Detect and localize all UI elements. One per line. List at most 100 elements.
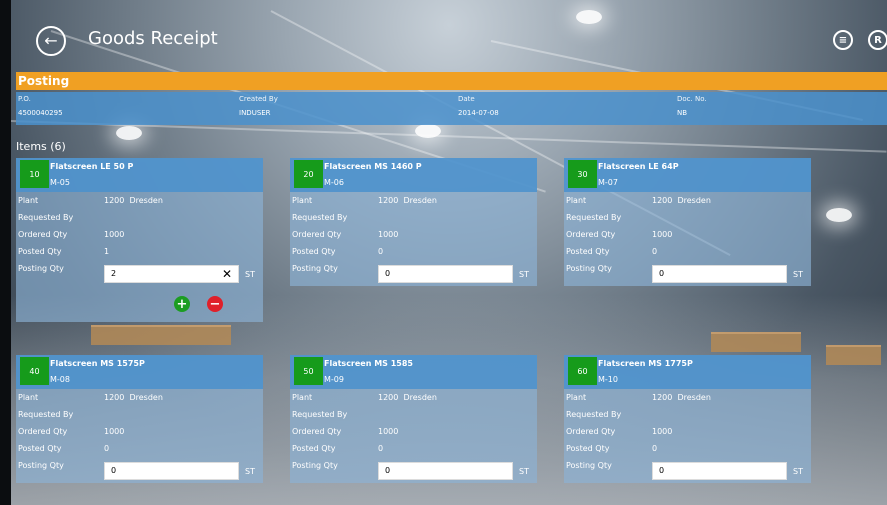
requested-row: Requested By	[566, 410, 652, 419]
item-card[interactable]: 60 Flatscreen MS 1775P M-10 Plant 1200 Dr…	[564, 355, 811, 483]
ordered-row: Ordered Qty 1000	[566, 427, 672, 436]
item-number: 20	[294, 160, 323, 188]
item-card-header: 60 Flatscreen MS 1775P M-10	[564, 355, 811, 389]
requested-label: Requested By	[292, 410, 348, 419]
item-card-header: 30 Flatscreen LE 64P M-07	[564, 158, 811, 192]
plus-icon[interactable]: +	[174, 296, 190, 312]
ordered-label: Ordered Qty	[18, 427, 68, 436]
item-card-body: Plant 1200 Dresden Requested By Ordered Q…	[290, 389, 537, 483]
plant-row: Plant 1200 Dresden	[566, 196, 711, 205]
plant-value: 1200	[652, 393, 673, 402]
minus-icon[interactable]: −	[207, 296, 223, 312]
po-field: P.O. 4500040295	[18, 95, 63, 117]
page-title: Goods Receipt	[88, 28, 218, 49]
posting-qty-input[interactable]: 0	[104, 462, 239, 480]
item-title: Flatscreen MS 1460 P	[324, 162, 422, 171]
ordered-label: Ordered Qty	[566, 230, 616, 239]
posting-row: Posting Qty	[292, 264, 378, 273]
warehouse-boxes	[91, 325, 231, 345]
plant-value: 1200	[378, 393, 399, 402]
clear-x-icon[interactable]: ✕	[222, 268, 232, 280]
posting-qty-value: 2	[111, 269, 117, 278]
posting-qty-input[interactable]: 0	[652, 462, 787, 480]
plant-city: Dresden	[677, 196, 711, 205]
plant-label: Plant	[292, 393, 313, 402]
posting-section-bar: Posting	[16, 72, 887, 90]
posting-label: Posting Qty	[566, 461, 612, 470]
posting-label: Posting Qty	[292, 461, 338, 470]
item-card-body: Plant 1200 Dresden Requested By Ordered Q…	[290, 192, 537, 286]
posting-qty-input[interactable]: 0	[378, 462, 513, 480]
posting-qty-input[interactable]: 0	[652, 265, 787, 283]
doc-field: Doc. No. NB	[677, 95, 707, 117]
item-card[interactable]: 40 Flatscreen MS 1575P M-08 Plant 1200 Dr…	[16, 355, 263, 483]
plant-value: 1200	[378, 196, 399, 205]
item-card-header: 10 Flatscreen LE 50 P M-05	[16, 158, 263, 192]
requested-row: Requested By	[292, 410, 378, 419]
posting-qty-value: 0	[659, 466, 665, 475]
item-card-header: 50 Flatscreen MS 1585 M-09	[290, 355, 537, 389]
ordered-label: Ordered Qty	[292, 427, 342, 436]
plant-city: Dresden	[677, 393, 711, 402]
created-label: Created By	[239, 95, 278, 103]
item-material: M-10	[598, 375, 618, 384]
plant-label: Plant	[18, 196, 39, 205]
item-card-body: Plant 1200 Dresden Requested By Ordered Q…	[16, 389, 263, 483]
requested-row: Requested By	[292, 213, 378, 222]
posting-qty-value: 0	[385, 466, 391, 475]
po-header-band: P.O. 4500040295 Created By INDUSER Date …	[16, 92, 887, 125]
created-field: Created By INDUSER	[239, 95, 278, 117]
item-title: Flatscreen MS 1775P	[598, 359, 693, 368]
po-value: 4500040295	[18, 109, 63, 117]
app-screen: ← Goods Receipt ≡ R Posting P.O. 4500040…	[11, 0, 887, 505]
posting-qty-input[interactable]: 2 ✕	[104, 265, 239, 283]
item-number: 50	[294, 357, 323, 385]
item-material: M-07	[598, 178, 618, 187]
posting-qty-input[interactable]: 0	[378, 265, 513, 283]
posted-label: Posted Qty	[292, 444, 336, 453]
posted-label: Posted Qty	[18, 444, 62, 453]
requested-label: Requested By	[292, 213, 348, 222]
ordered-value: 1000	[652, 230, 673, 239]
warehouse-boxes	[826, 345, 881, 365]
requested-label: Requested By	[566, 410, 622, 419]
ordered-value: 1000	[378, 230, 399, 239]
posting-row: Posting Qty	[566, 461, 652, 470]
plant-label: Plant	[18, 393, 39, 402]
plant-row: Plant 1200 Dresden	[18, 196, 163, 205]
unit-label: ST	[519, 270, 529, 279]
r-circle-icon[interactable]: R	[868, 30, 887, 50]
plant-value: 1200	[104, 393, 125, 402]
requested-row: Requested By	[566, 213, 652, 222]
list-icon[interactable]: ≡	[833, 30, 853, 50]
posted-label: Posted Qty	[566, 247, 610, 256]
item-card[interactable]: 10 Flatscreen LE 50 P M-05 Plant 1200 Dre…	[16, 158, 263, 322]
item-card[interactable]: 30 Flatscreen LE 64P M-07 Plant 1200 Dres…	[564, 158, 811, 286]
requested-label: Requested By	[18, 213, 74, 222]
requested-row: Requested By	[18, 410, 104, 419]
date-field: Date 2014-07-08	[458, 95, 499, 117]
posting-label: Posting Qty	[292, 264, 338, 273]
warehouse-boxes	[711, 332, 801, 352]
requested-label: Requested By	[566, 213, 622, 222]
ordered-value: 1000	[104, 230, 125, 239]
requested-label: Requested By	[18, 410, 74, 419]
item-card-body: Plant 1200 Dresden Requested By Ordered Q…	[564, 192, 811, 286]
back-arrow-icon[interactable]: ←	[36, 26, 66, 56]
item-card-body: Plant 1200 Dresden Requested By Ordered Q…	[564, 389, 811, 483]
ordered-row: Ordered Qty 1000	[18, 230, 124, 239]
doc-value: NB	[677, 109, 688, 117]
unit-label: ST	[793, 467, 803, 476]
posted-value: 0	[652, 247, 658, 256]
item-title: Flatscreen MS 1575P	[50, 359, 145, 368]
plant-label: Plant	[566, 393, 587, 402]
posted-label: Posted Qty	[292, 247, 336, 256]
item-card[interactable]: 20 Flatscreen MS 1460 P M-06 Plant 1200 D…	[290, 158, 537, 286]
posted-value: 0	[104, 444, 110, 453]
item-card[interactable]: 50 Flatscreen MS 1585 M-09 Plant 1200 Dre…	[290, 355, 537, 483]
item-card-header: 20 Flatscreen MS 1460 P M-06	[290, 158, 537, 192]
item-number: 30	[568, 160, 597, 188]
item-card-body: Plant 1200 Dresden Requested By Ordered Q…	[16, 192, 263, 322]
plant-label: Plant	[292, 196, 313, 205]
plant-city: Dresden	[129, 393, 163, 402]
